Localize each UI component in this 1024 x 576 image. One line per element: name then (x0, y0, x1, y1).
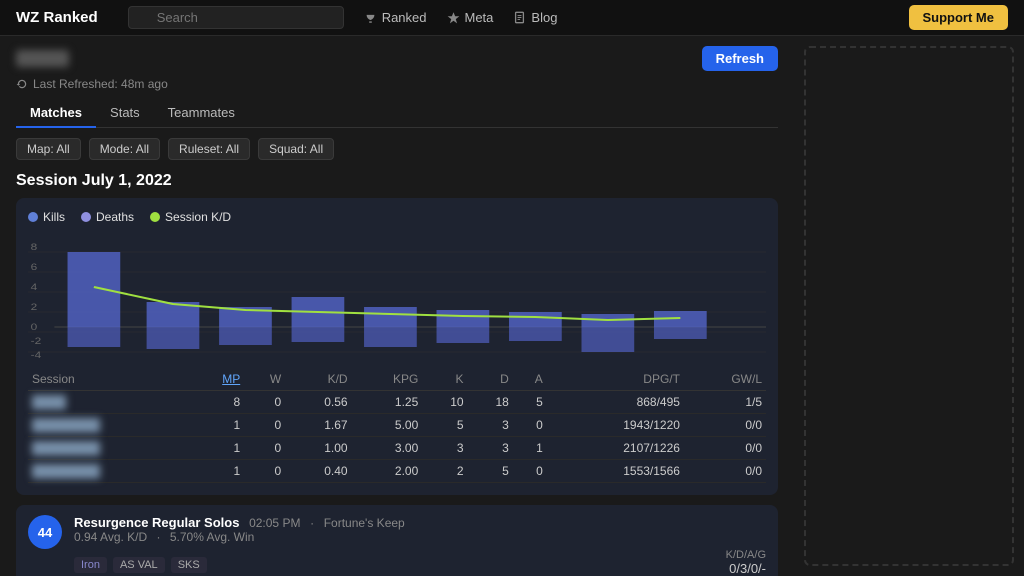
table-row: ████████ 1 0 1.00 3.00 3 3 1 2107/1226 0… (28, 437, 766, 460)
match-card-0[interactable]: 44 Resurgence Regular Solos 02:05 PM · F… (16, 505, 778, 576)
row-name: ████████ (28, 460, 189, 483)
filter-mode[interactable]: Mode: All (89, 138, 160, 160)
stats-table: Session MP W K/D KPG K D A DPG/T GW/L ██ (28, 368, 766, 483)
col-session: Session (28, 368, 189, 391)
col-k: K (422, 368, 467, 391)
filter-ruleset[interactable]: Ruleset: All (168, 138, 250, 160)
ad-sidebar (804, 46, 1014, 566)
legend-kd: Session K/D (150, 210, 231, 224)
trophy-icon (364, 11, 377, 24)
tabs-bar: Matches Stats Teammates (16, 99, 778, 128)
svg-text:0: 0 (31, 322, 38, 332)
match-location-name-0: Fortune's Keep (324, 516, 405, 530)
match-title-row: Resurgence Regular Solos 02:05 PM · Fort… (74, 515, 766, 530)
deaths-dot (81, 212, 91, 222)
file-icon (513, 11, 526, 24)
match-kda-row-0: Iron AS VAL SKS K/D/A/G 0/3/0/- (74, 549, 766, 576)
filters-row: Map: All Mode: All Ruleset: All Squad: A… (16, 138, 778, 160)
row-name: ████████ (28, 414, 189, 437)
match-kda-right-0: K/D/A/G 0/3/0/- (726, 549, 766, 576)
svg-text:4: 4 (31, 282, 38, 292)
svg-text:6: 6 (31, 262, 38, 272)
match-info-0: Resurgence Regular Solos 02:05 PM · Fort… (74, 515, 766, 576)
col-mp: MP (189, 368, 244, 391)
user-header: Player Refresh (16, 46, 778, 71)
row-mp: 8 (189, 391, 244, 414)
tab-matches[interactable]: Matches (16, 99, 96, 128)
match-time-0: 02:05 PM (249, 516, 300, 530)
table-row: ████ 8 0 0.56 1.25 10 18 5 868/495 1/5 (28, 391, 766, 414)
chart-container: Kills Deaths Session K/D (16, 198, 778, 495)
match-tags-0: Iron AS VAL SKS (74, 557, 207, 573)
tag-asval: AS VAL (113, 557, 165, 573)
row-name: ████ (28, 391, 189, 414)
legend-kills: Kills (28, 210, 65, 224)
last-refreshed-row: Last Refreshed: 48m ago (16, 77, 778, 91)
star-icon (447, 11, 460, 24)
row-name: ████████ (28, 437, 189, 460)
col-dpgt: DPG/T (547, 368, 684, 391)
filter-map[interactable]: Map: All (16, 138, 81, 160)
svg-text:-2: -2 (31, 336, 42, 346)
left-content: Player Refresh Last Refreshed: 48m ago M… (0, 36, 794, 576)
filter-squad[interactable]: Squad: All (258, 138, 334, 160)
tab-teammates[interactable]: Teammates (154, 99, 249, 128)
tab-stats[interactable]: Stats (96, 99, 154, 128)
chart-legend: Kills Deaths Session K/D (28, 210, 766, 224)
nav-blog[interactable]: Blog (513, 10, 557, 25)
col-d: D (468, 368, 513, 391)
chart-svg: 8 6 4 2 0 -2 -4 (28, 232, 766, 362)
nav-ranked[interactable]: Ranked (364, 10, 427, 25)
legend-deaths: Deaths (81, 210, 134, 224)
brand-logo: WZ Ranked (16, 9, 98, 26)
main-layout: Player Refresh Last Refreshed: 48m ago M… (0, 36, 1024, 576)
kd-dot (150, 212, 160, 222)
kills-dot (28, 212, 38, 222)
session-title: Session July 1, 2022 (16, 172, 778, 190)
col-w: W (244, 368, 285, 391)
bar-chart: 8 6 4 2 0 -2 -4 (28, 232, 766, 362)
match-location-0: · (310, 516, 314, 530)
legend-deaths-label: Deaths (96, 210, 134, 224)
refresh-button[interactable]: Refresh (702, 46, 778, 71)
last-refreshed-text: Last Refreshed: 48m ago (33, 77, 168, 91)
col-gwl: GW/L (684, 368, 766, 391)
svg-text:-4: -4 (31, 350, 42, 360)
table-row: ████████ 1 0 1.67 5.00 5 3 0 1943/1220 0… (28, 414, 766, 437)
legend-kd-label: Session K/D (165, 210, 231, 224)
col-kd: K/D (285, 368, 351, 391)
nav-meta[interactable]: Meta (447, 10, 494, 25)
refresh-icon (16, 78, 28, 90)
match-number-0: 44 (28, 515, 62, 549)
legend-kills-label: Kills (43, 210, 65, 224)
match-title-0: Resurgence Regular Solos (74, 515, 239, 530)
col-a: A (513, 368, 547, 391)
tag-iron: Iron (74, 557, 107, 573)
top-nav: WZ Ranked Ranked Meta Blog Support Me (0, 0, 1024, 36)
col-kpg: KPG (352, 368, 423, 391)
tag-sks: SKS (171, 557, 207, 573)
support-button[interactable]: Support Me (909, 5, 1009, 30)
svg-text:8: 8 (31, 242, 38, 252)
search-input[interactable] (128, 6, 344, 29)
username: Player (16, 50, 69, 67)
match-subtitle-0: 0.94 Avg. K/D · 5.70% Avg. Win (74, 530, 766, 544)
svg-text:2: 2 (31, 302, 38, 312)
table-row: ████████ 1 0 0.40 2.00 2 5 0 1553/1566 0… (28, 460, 766, 483)
search-wrap[interactable] (128, 6, 344, 29)
